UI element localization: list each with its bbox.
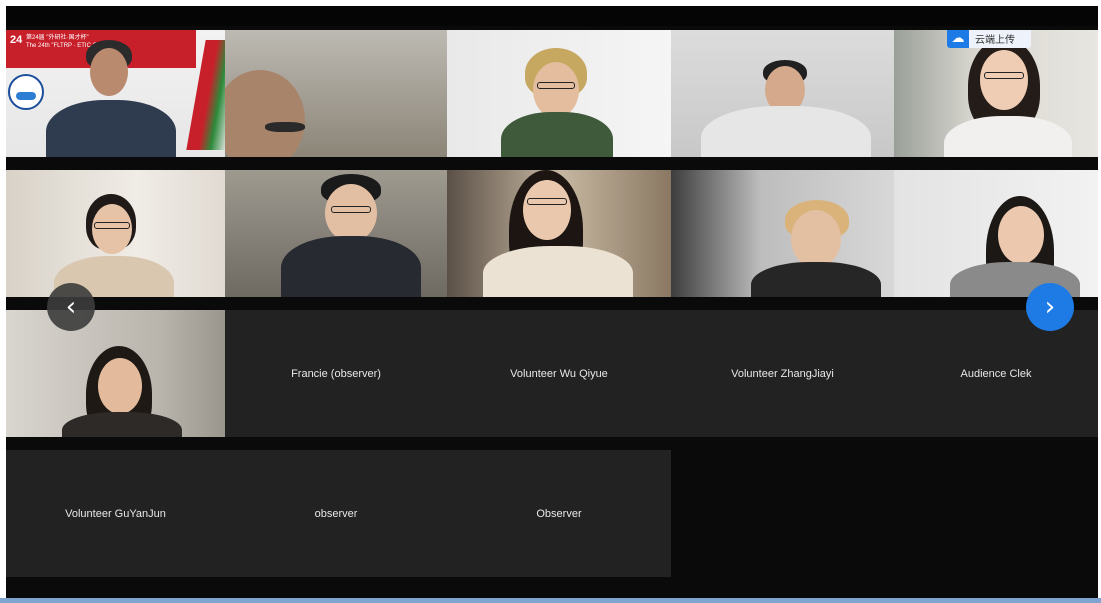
cloud-upload-badge[interactable]: ☁ 云端上传 (947, 30, 1031, 48)
torso (483, 246, 633, 297)
participant-video-tile[interactable] (6, 170, 225, 297)
torso (62, 412, 182, 437)
participant-video-tile[interactable] (6, 310, 225, 437)
participant-video-tile[interactable] (671, 30, 894, 157)
torso (751, 262, 881, 297)
glasses (331, 206, 371, 213)
torso (944, 116, 1072, 157)
previous-page-button[interactable]: ‹ (47, 283, 95, 331)
participant-name-tile[interactable]: Audience Clek (894, 310, 1098, 437)
video-conference-screen: 24 第24届 "外研社·国才杯" The 24th "FLTRP · ETIC… (6, 6, 1098, 599)
face (791, 210, 841, 268)
face (523, 180, 571, 240)
top-bar (6, 6, 1098, 26)
taskbar-strip (0, 598, 1101, 603)
participant-name-tile[interactable]: Volunteer ZhangJiayi (671, 310, 894, 437)
face (980, 50, 1028, 110)
participant-video-tile[interactable] (894, 170, 1098, 297)
face (90, 48, 128, 96)
torso (501, 112, 613, 157)
glasses (984, 72, 1024, 79)
glasses (537, 82, 575, 89)
face (533, 62, 579, 118)
banner-badge: 24 (10, 34, 23, 46)
chevron-left-icon: ‹ (65, 292, 77, 322)
participant-name: Volunteer GuYanJun (65, 507, 166, 520)
participant-video-tile[interactable] (225, 30, 447, 157)
torso (281, 236, 421, 297)
participant-name: Francie (observer) (291, 367, 381, 380)
face (98, 358, 142, 414)
participant-video-tile[interactable] (671, 170, 894, 297)
participant-name: Observer (536, 507, 582, 520)
banner-line1: 第24届 "外研社·国才杯" (26, 35, 89, 41)
participant-name: Volunteer Wu Qiyue (510, 367, 608, 380)
participant-video-tile[interactable]: 24 第24届 "外研社·国才杯" The 24th "FLTRP · ETIC… (6, 30, 225, 157)
glasses (265, 122, 305, 132)
torso (46, 100, 176, 157)
participant-video-tile[interactable] (447, 170, 671, 297)
face (92, 204, 132, 254)
face (998, 206, 1044, 264)
glasses (527, 198, 567, 205)
participant-name-tile[interactable]: observer (225, 450, 447, 577)
university-emblem-icon (8, 74, 44, 110)
face (325, 184, 377, 242)
participant-name: observer (314, 507, 358, 520)
participant-video-tile[interactable]: ☁ 云端上传 (894, 30, 1098, 157)
participant-name-tile[interactable]: Francie (observer) (225, 310, 447, 437)
upload-label: 云端上传 (975, 34, 1015, 46)
next-page-button[interactable]: › (1026, 283, 1074, 331)
participant-name-tile[interactable]: Volunteer GuYanJun (6, 450, 225, 577)
participant-name: Volunteer ZhangJiayi (731, 367, 834, 380)
torso (701, 106, 871, 157)
participant-name-tile[interactable]: Volunteer Wu Qiyue (447, 310, 671, 437)
participant-video-tile[interactable] (225, 170, 447, 297)
participant-video-tile[interactable] (447, 30, 671, 157)
chevron-right-icon: › (1044, 292, 1056, 322)
cloud-app-icon: ☁ (947, 30, 969, 48)
glasses (94, 222, 130, 229)
participant-name-tile[interactable]: Observer (447, 450, 671, 577)
participant-name: Audience Clek (960, 367, 1032, 380)
